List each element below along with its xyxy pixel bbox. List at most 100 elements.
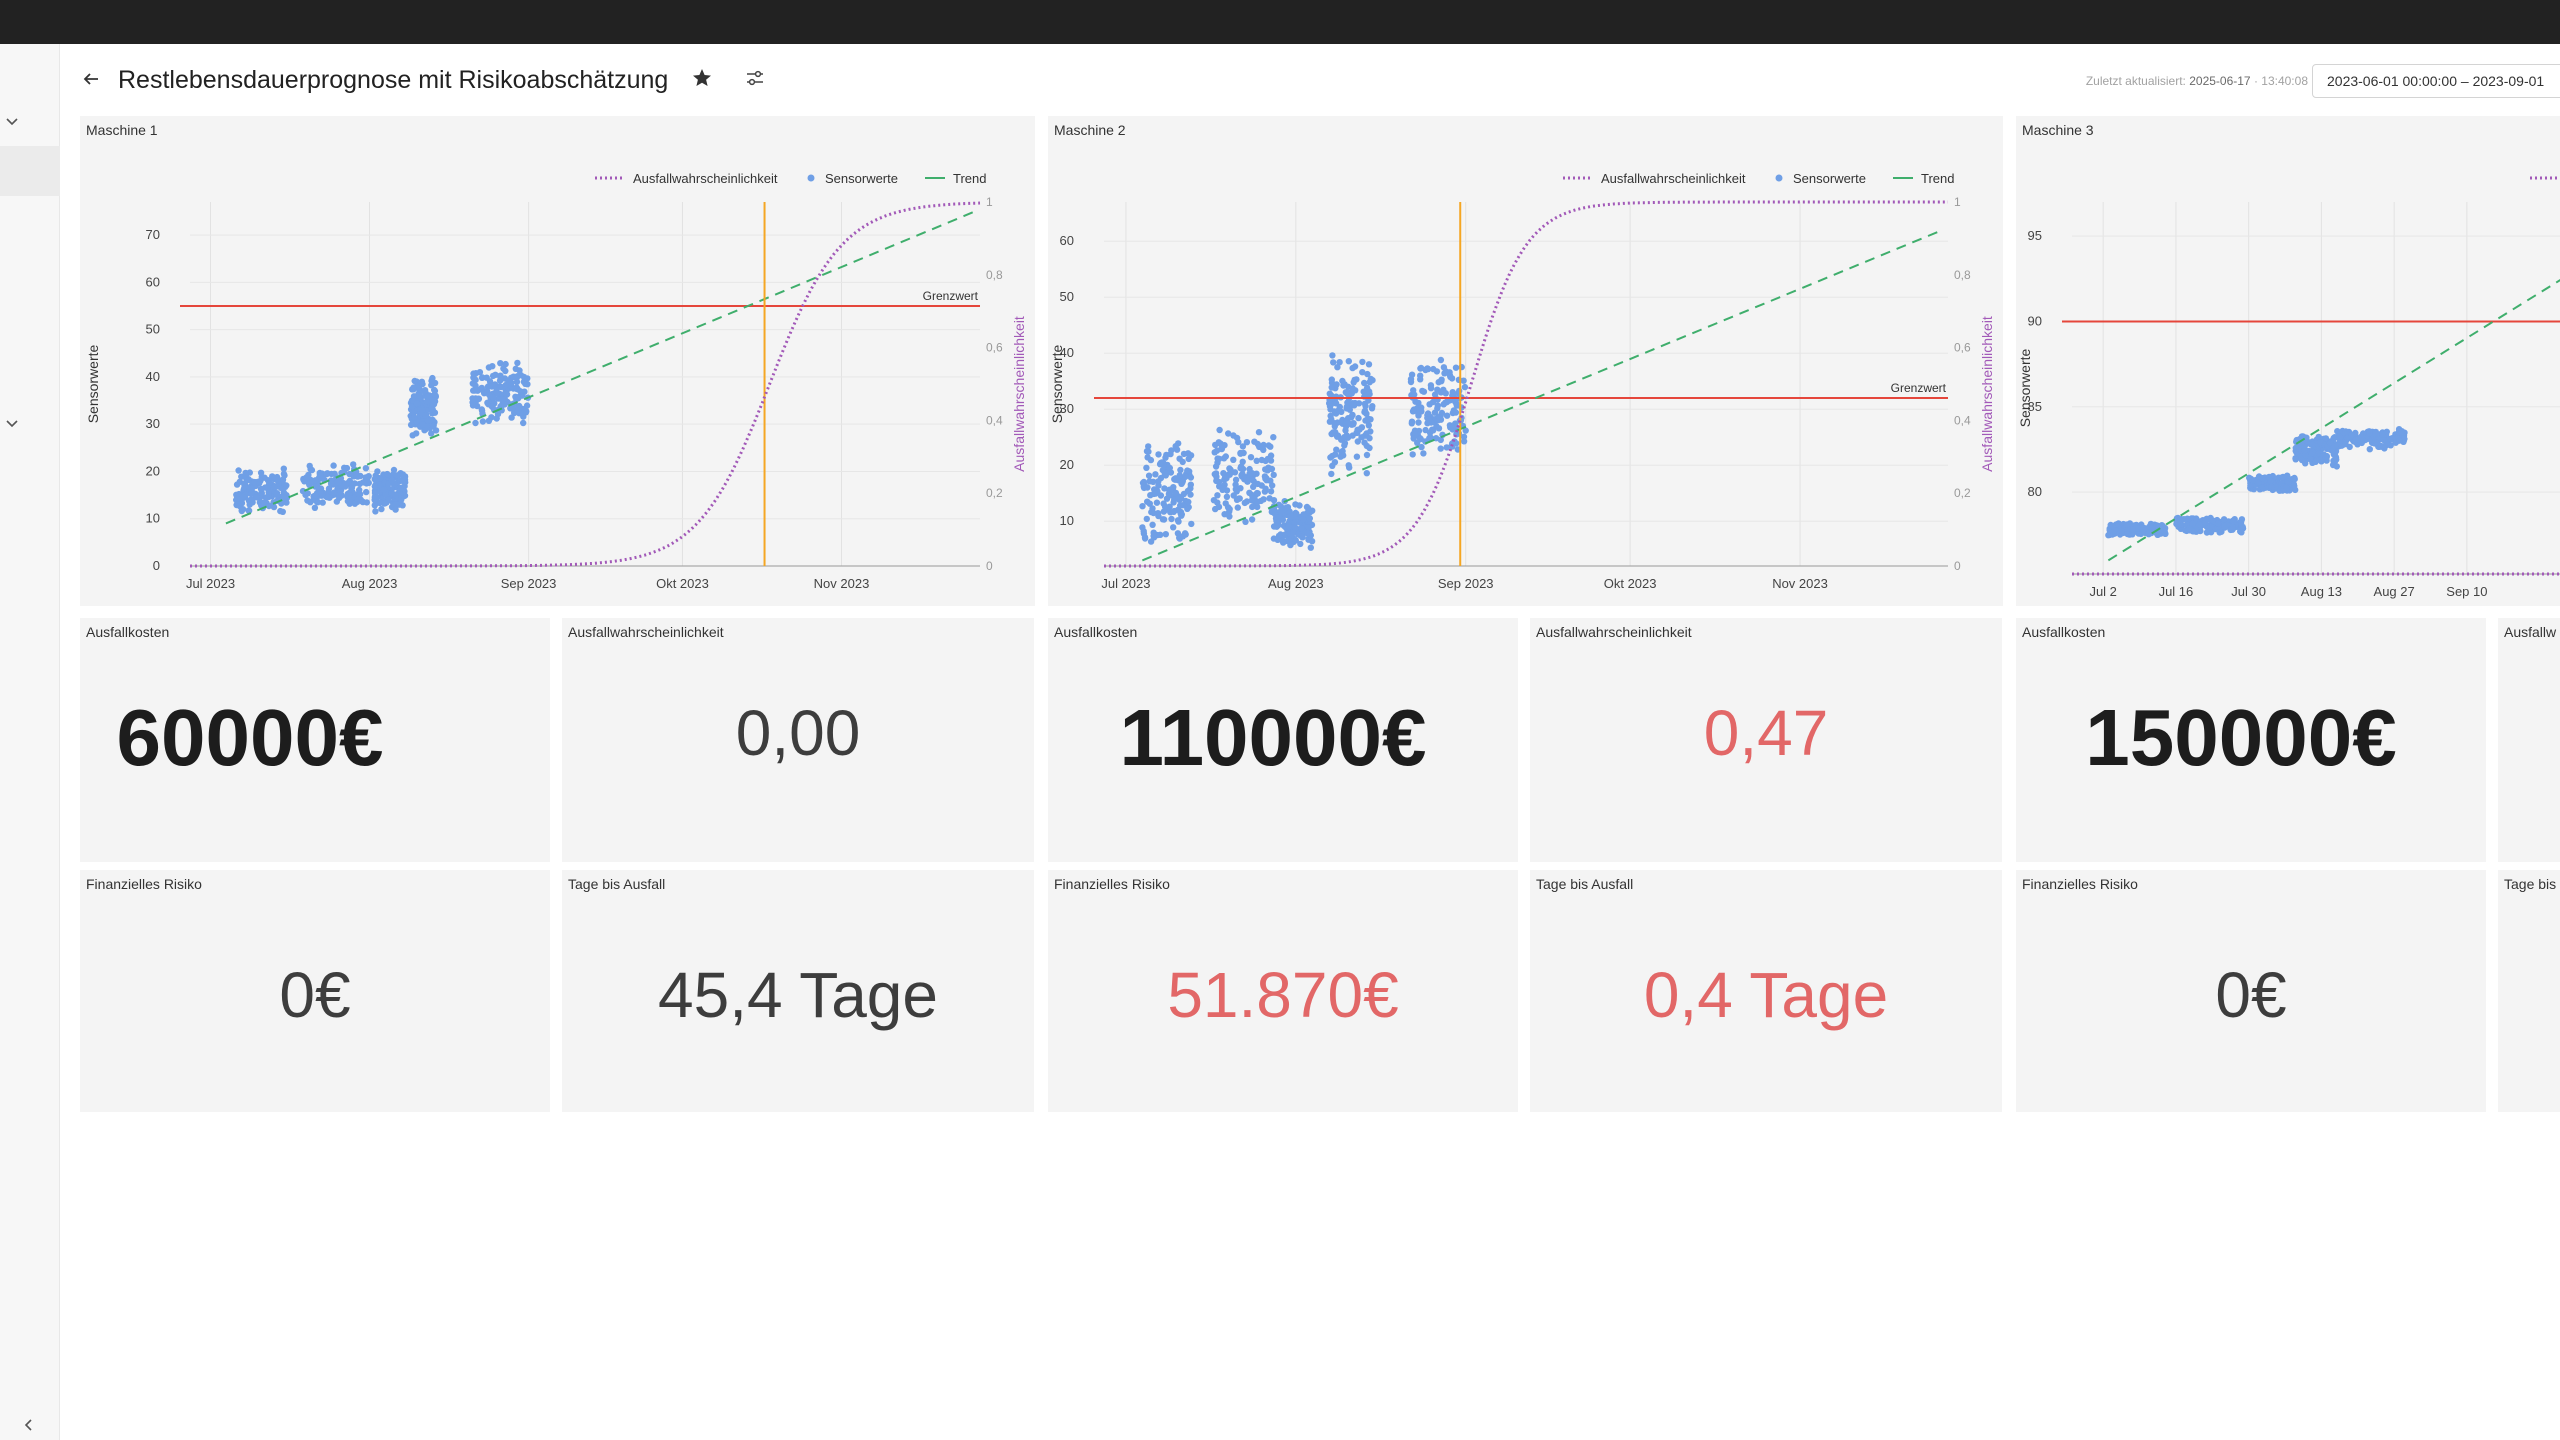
sidebar-item-active[interactable] bbox=[0, 146, 60, 196]
sensor-point bbox=[1143, 515, 1150, 523]
sensor-point bbox=[1356, 426, 1363, 433]
sensor-point bbox=[2206, 516, 2213, 523]
sensor-point bbox=[392, 492, 399, 499]
sensor-point bbox=[2329, 447, 2336, 455]
sensor-point bbox=[515, 404, 522, 411]
chevron-down-icon[interactable] bbox=[3, 112, 21, 130]
sensor-point bbox=[2249, 477, 2256, 484]
y-tick-label: 70 bbox=[146, 227, 160, 242]
sensor-point bbox=[1431, 391, 1439, 398]
sensor-point bbox=[1426, 401, 1433, 408]
sensor-point bbox=[1416, 407, 1424, 414]
sensor-point bbox=[1210, 497, 1218, 504]
stat-label: Ausfallwahrscheinlichkeit bbox=[1536, 624, 1692, 640]
sensor-point bbox=[1235, 495, 1242, 502]
settings-sliders-icon[interactable] bbox=[744, 67, 766, 89]
sensor-point bbox=[2123, 521, 2130, 528]
sensor-point bbox=[1333, 381, 1340, 388]
sensor-point bbox=[1240, 449, 1247, 457]
y2-tick-label: 0,8 bbox=[1954, 268, 1971, 282]
sensor-point bbox=[1267, 488, 1275, 495]
sensor-point bbox=[274, 477, 281, 484]
sensor-point bbox=[1424, 410, 1432, 417]
sensor-point bbox=[239, 506, 247, 513]
y-tick-label: 40 bbox=[146, 369, 160, 384]
sensor-point bbox=[1187, 481, 1194, 488]
sensor-point bbox=[1147, 456, 1155, 464]
dashboard-header: Restlebensdauerprognose mit Risikoabschä… bbox=[60, 44, 2560, 116]
chart-panel-machine-2: Maschine 2 Jul 2023 Aug 2023 Sep 2023 Okt 2… bbox=[1048, 116, 2003, 606]
sensor-point bbox=[1326, 390, 1333, 397]
stat-label: Ausfallkosten bbox=[2022, 624, 2106, 640]
stat-value: 0,00 bbox=[735, 697, 861, 769]
sensor-point bbox=[1452, 409, 1460, 416]
sensor-point bbox=[479, 418, 487, 425]
sensor-point bbox=[1365, 361, 1373, 368]
sensor-point bbox=[478, 407, 486, 414]
sensor-point bbox=[235, 467, 242, 474]
chevron-left-icon[interactable] bbox=[20, 1416, 38, 1434]
y-tick-label: 10 bbox=[1060, 513, 1074, 528]
sensor-point bbox=[378, 505, 385, 513]
sensor-point bbox=[413, 430, 420, 437]
sensor-point bbox=[251, 478, 258, 486]
time-range-picker[interactable]: 2023-06-01 00:00:00 – 2023-09-01 bbox=[2312, 64, 2560, 98]
sensor-point bbox=[2185, 525, 2193, 532]
sensor-point bbox=[1339, 447, 1346, 455]
sensor-point bbox=[1273, 517, 1280, 524]
sensor-point bbox=[490, 400, 497, 407]
sensor-point bbox=[428, 377, 435, 385]
sensor-point bbox=[281, 494, 288, 501]
sensor-point bbox=[1408, 420, 1415, 427]
stat-days-machine-2: Tage bis Ausfall 0,4 Tage bbox=[1530, 870, 2002, 1112]
y2-tick-label: 0 bbox=[1954, 559, 1961, 573]
sensor-point bbox=[245, 507, 252, 514]
page-title: Restlebensdauerprognose mit Risikoabschä… bbox=[118, 66, 669, 94]
sensor-chart-machine-1[interactable]: Jul 2023 Aug 2023 Sep 2023 Okt 2023 Nov 2023… bbox=[80, 116, 1035, 606]
stat-value: 110000€ bbox=[1119, 693, 1427, 782]
sensor-point bbox=[385, 496, 392, 503]
sensor-point bbox=[1424, 365, 1431, 372]
sensor-point bbox=[1221, 511, 1228, 518]
sensor-point bbox=[2292, 486, 2299, 494]
sensor-point bbox=[1241, 499, 1248, 507]
back-arrow-icon[interactable] bbox=[80, 68, 102, 90]
sensor-chart-machine-3[interactable]: Jul 2 Jul 16 Jul 30 Aug 13 Aug 27 Sep 1080859… bbox=[2016, 116, 2560, 606]
sensor-point bbox=[371, 483, 379, 490]
chart-panel-machine-3: Maschine 3 Jul 2 Jul 16 Jul 30 Aug 13 Aug 27… bbox=[2016, 116, 2560, 606]
sensor-point bbox=[1350, 379, 1357, 386]
sensor-point bbox=[363, 499, 370, 506]
sensor-point bbox=[469, 402, 477, 409]
y-tick-label: 20 bbox=[1060, 457, 1074, 472]
sensor-point bbox=[1427, 385, 1435, 392]
sensor-point bbox=[483, 374, 490, 381]
sensor-point bbox=[1180, 450, 1188, 458]
sensor-point bbox=[1334, 433, 1341, 440]
sensor-point bbox=[1143, 464, 1150, 471]
sensor-point bbox=[1448, 375, 1456, 382]
sensor-point bbox=[1353, 453, 1361, 460]
sensor-point bbox=[491, 382, 498, 389]
sensor-point bbox=[1185, 498, 1192, 506]
x-tick-label: Nov 2023 bbox=[814, 576, 870, 591]
sensor-point bbox=[1259, 445, 1266, 452]
sensor-point bbox=[2279, 473, 2287, 481]
y-tick-label: 10 bbox=[146, 511, 160, 526]
sensor-point bbox=[1449, 389, 1456, 396]
x-tick-label: Jul 16 bbox=[2159, 584, 2194, 599]
sensor-point bbox=[346, 500, 353, 507]
chevron-down-icon[interactable] bbox=[3, 414, 21, 432]
sensor-point bbox=[2145, 530, 2152, 537]
x-tick-label: Okt 2023 bbox=[656, 576, 709, 591]
sensor-point bbox=[1185, 455, 1192, 463]
sensor-chart-machine-2[interactable]: Jul 2023 Aug 2023 Sep 2023 Okt 2023 Nov 2023… bbox=[1048, 116, 2003, 606]
sensor-point bbox=[1304, 530, 1311, 537]
stat-cost-machine-3: Ausfallkosten 150000€ bbox=[2016, 618, 2486, 862]
sensor-point bbox=[2292, 456, 2299, 463]
sensor-point bbox=[1155, 478, 1162, 485]
star-icon[interactable] bbox=[690, 66, 714, 90]
sensor-point bbox=[330, 462, 337, 469]
sensor-point bbox=[1152, 490, 1159, 497]
sensor-point bbox=[2396, 437, 2403, 444]
sensor-point bbox=[1368, 405, 1376, 412]
